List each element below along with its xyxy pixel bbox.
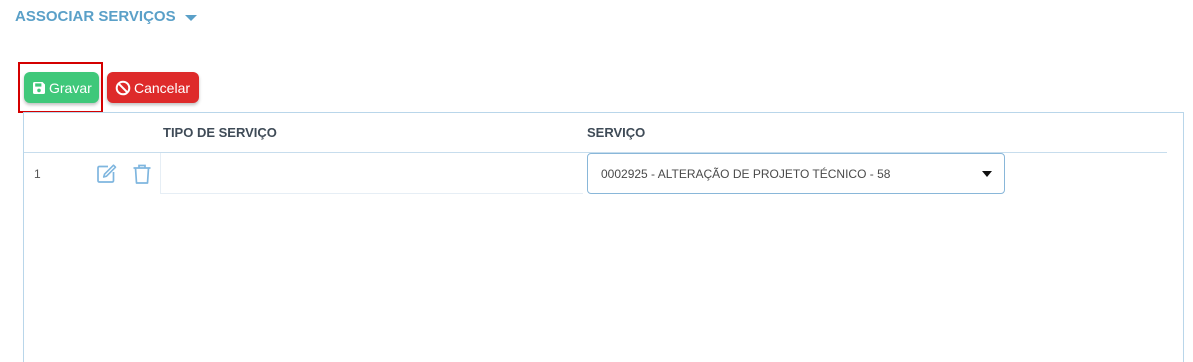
- cancel-button[interactable]: Cancelar: [107, 72, 199, 103]
- row-index: 1: [34, 167, 41, 181]
- section-title: ASSOCIAR SERVIÇOS: [15, 8, 176, 25]
- services-panel: [23, 112, 1184, 362]
- section-toggle[interactable]: ASSOCIAR SERVIÇOS: [15, 8, 197, 25]
- servico-select-value: 0002925 - ALTERAÇÃO DE PROJETO TÉCNICO -…: [601, 166, 891, 181]
- servico-select[interactable]: 0002925 - ALTERAÇÃO DE PROJETO TÉCNICO -…: [587, 153, 1005, 194]
- edit-icon[interactable]: [95, 163, 117, 190]
- cancel-button-label: Cancelar: [134, 79, 191, 96]
- chevron-down-icon: [184, 14, 197, 21]
- save-button[interactable]: Gravar: [24, 72, 99, 103]
- floppy-disk-icon: [32, 81, 46, 95]
- dropdown-arrow-icon: [982, 170, 992, 177]
- tipo-servico-cell: [160, 153, 583, 194]
- ban-icon: [115, 80, 131, 96]
- column-header-tipo-servico: TIPO DE SERVIÇO: [163, 125, 277, 140]
- trash-icon[interactable]: [132, 163, 152, 190]
- save-button-label: Gravar: [49, 79, 92, 96]
- column-header-servico: SERVIÇO: [587, 125, 646, 140]
